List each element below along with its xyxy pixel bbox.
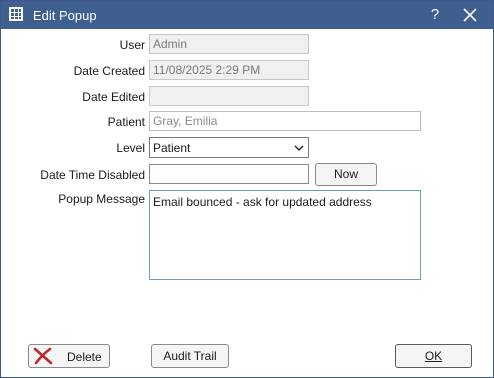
grid-icon [9, 7, 23, 21]
patient-field[interactable]: Gray, Emilia [149, 111, 421, 131]
audit-trail-button[interactable]: Audit Trail [151, 344, 229, 368]
user-label: User [119, 38, 145, 52]
level-select-value: Patient [153, 141, 191, 155]
chevron-down-icon [294, 145, 304, 151]
now-button[interactable]: Now [315, 163, 377, 186]
date-time-disabled-label: Date Time Disabled [40, 168, 145, 182]
level-select[interactable]: Patient [149, 137, 309, 158]
delete-button-label: Delete [67, 350, 102, 364]
popup-message-textarea[interactable]: Email bounced - ask for updated address [149, 190, 421, 280]
close-icon[interactable] [463, 8, 477, 22]
help-icon[interactable]: ? [425, 5, 445, 25]
patient-label: Patient [107, 115, 145, 129]
date-created-field: 11/08/2025 2:29 PM [149, 60, 309, 80]
date-edited-field [149, 86, 309, 106]
delete-button[interactable]: Delete [28, 344, 110, 368]
ok-button[interactable]: OK [395, 344, 472, 368]
window-title: Edit Popup [33, 8, 97, 23]
date-created-label: Date Created [73, 64, 145, 78]
date-edited-label: Date Edited [82, 90, 145, 104]
level-label: Level [116, 141, 145, 155]
edit-popup-window: Edit Popup ? User Admin Date Created 11/… [0, 0, 494, 378]
ok-button-label: OK [424, 349, 443, 363]
delete-x-icon [33, 347, 53, 365]
date-time-disabled-field[interactable] [149, 164, 309, 184]
title-bar: Edit Popup ? [1, 1, 493, 29]
popup-message-label: Popup Message [58, 192, 145, 206]
user-field: Admin [149, 34, 309, 54]
